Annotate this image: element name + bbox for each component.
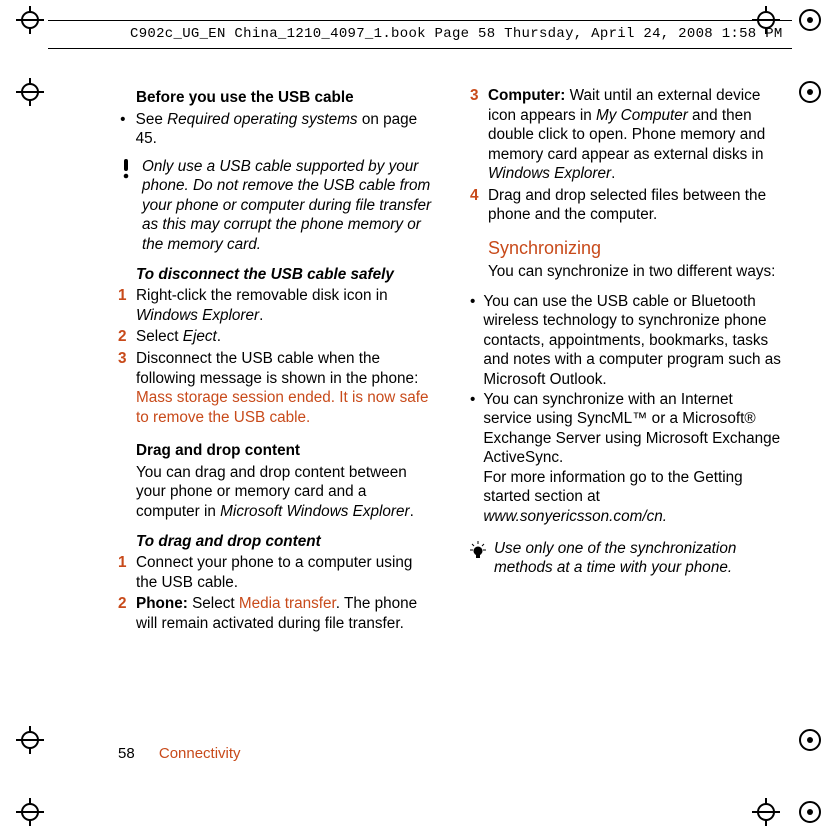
crop-mark-icon xyxy=(16,726,44,754)
heading-disconnect: To disconnect the USB cable safely xyxy=(136,265,432,285)
step-number: 1 xyxy=(118,286,128,325)
term: Windows Explorer xyxy=(488,165,611,182)
text: You can synchronize with an Internet ser… xyxy=(483,390,784,468)
page-footer: 58 Connectivity xyxy=(118,745,241,762)
status-text: Mass storage session ended. It is now sa… xyxy=(136,389,429,426)
list-item: • See Required operating systems on page… xyxy=(118,110,432,149)
header-rule xyxy=(48,20,792,21)
text: Drag and drop selected files between the… xyxy=(488,186,784,225)
page-number: 58 xyxy=(118,745,135,762)
bullet-icon: • xyxy=(118,110,128,149)
text: . xyxy=(611,165,615,182)
crop-mark-icon xyxy=(16,6,44,34)
heading-before-usb: Before you use the USB cable xyxy=(136,88,432,108)
paragraph: You can drag and drop content between yo… xyxy=(136,463,432,522)
text: See xyxy=(136,111,167,128)
menu-text: Media transfer xyxy=(239,595,336,612)
step-number: 4 xyxy=(470,186,480,225)
step-item: 1Connect your phone to a computer using … xyxy=(118,553,432,592)
column-right: 3Computer: Wait until an external device… xyxy=(470,86,784,635)
term: Microsoft Windows Explorer xyxy=(220,503,409,520)
text: You can use the USB cable or Bluetooth w… xyxy=(483,292,784,390)
step-item: 3Disconnect the USB cable when the follo… xyxy=(118,349,432,427)
step-number: 2 xyxy=(118,327,128,347)
step-item: 4Drag and drop selected files between th… xyxy=(470,186,784,225)
registration-icon xyxy=(796,726,824,754)
step-number: 3 xyxy=(470,86,480,184)
text: Connect your phone to a computer using t… xyxy=(136,553,432,592)
registration-icon xyxy=(796,78,824,106)
crop-mark-icon xyxy=(16,78,44,106)
text: Disconnect the USB cable when the follow… xyxy=(136,350,418,387)
list-item: • You can use the USB cable or Bluetooth… xyxy=(470,292,784,390)
column-left: Before you use the USB cable • See Requi… xyxy=(118,86,432,635)
tip-note: Use only one of the synchronization meth… xyxy=(470,539,784,578)
label: Phone: xyxy=(136,595,188,612)
url-text: www.sonyericsson.com/cn. xyxy=(483,508,667,525)
steps-disconnect: 1Right-click the removable disk icon in … xyxy=(118,286,432,427)
registration-icon xyxy=(796,798,824,826)
warning-note: Only use a USB cable supported by your p… xyxy=(118,157,432,255)
text: Select xyxy=(136,328,183,345)
steps-dragdrop-cont: 3Computer: Wait until an external device… xyxy=(470,86,784,225)
text: For more information go to the Getting s… xyxy=(483,468,784,507)
term: Windows Explorer xyxy=(136,307,259,324)
text: . xyxy=(410,503,414,520)
page: C902c_UG_EN China_1210_4097_1.book Page … xyxy=(0,0,840,840)
section-name: Connectivity xyxy=(159,745,241,762)
heading-to-dragdrop: To drag and drop content xyxy=(136,532,432,552)
steps-dragdrop: 1Connect your phone to a computer using … xyxy=(118,553,432,633)
book-info: C902c_UG_EN China_1210_4097_1.book Page … xyxy=(130,26,783,42)
tip-text: Use only one of the synchronization meth… xyxy=(494,539,784,578)
bullet-icon: • xyxy=(470,390,475,527)
term: Eject xyxy=(183,328,217,345)
crop-mark-icon xyxy=(752,798,780,826)
step-item: 1Right-click the removable disk icon in … xyxy=(118,286,432,325)
bullet-icon: • xyxy=(470,292,475,390)
label: Computer: xyxy=(488,87,565,104)
step-number: 2 xyxy=(118,594,128,633)
list-item: • You can synchronize with an Internet s… xyxy=(470,390,784,527)
step-item: 2 Select Eject. xyxy=(118,327,432,347)
heading-synchronizing: Synchronizing xyxy=(488,237,784,260)
tip-icon xyxy=(470,539,486,578)
step-number: 1 xyxy=(118,553,128,592)
text: . xyxy=(217,328,221,345)
term: Required operating systems xyxy=(167,111,357,128)
header-rule-lower xyxy=(48,48,792,49)
step-number: 3 xyxy=(118,349,128,427)
text: Right-click the removable disk icon in xyxy=(136,287,388,304)
step-item: 2Phone: Select Media transfer. The phone… xyxy=(118,594,432,633)
step-item: 3Computer: Wait until an external device… xyxy=(470,86,784,184)
term: My Computer xyxy=(596,107,688,124)
paragraph: You can synchronize in two different way… xyxy=(488,262,784,282)
text: Select xyxy=(188,595,239,612)
heading-dragdrop: Drag and drop content xyxy=(136,441,432,461)
crop-mark-icon xyxy=(16,798,44,826)
registration-icon xyxy=(796,6,824,34)
warning-text: Only use a USB cable supported by your p… xyxy=(142,157,432,255)
content-area: Before you use the USB cable • See Requi… xyxy=(118,86,800,635)
text: . xyxy=(259,307,263,324)
warning-icon xyxy=(118,157,134,255)
